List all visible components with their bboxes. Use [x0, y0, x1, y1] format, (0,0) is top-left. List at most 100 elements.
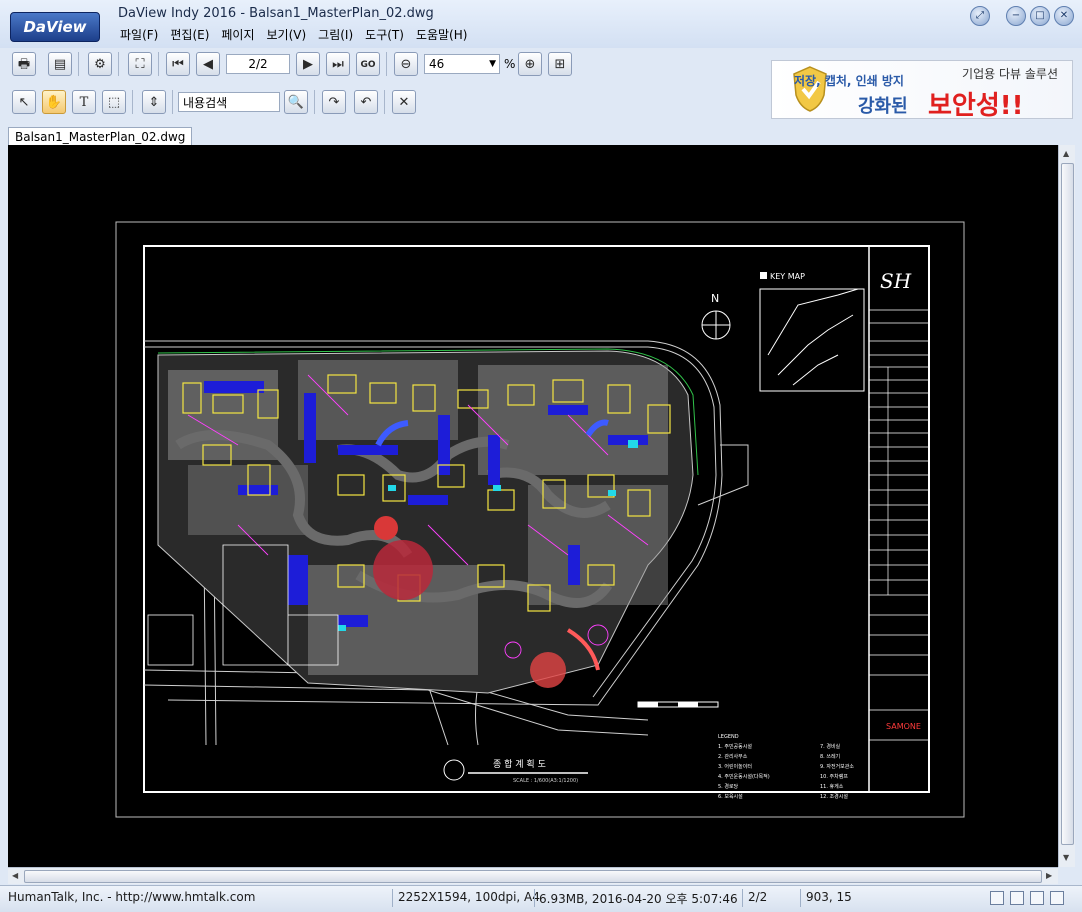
title-circle — [443, 759, 465, 781]
gear-icon: ⚙ — [94, 57, 106, 72]
first-page-icon: ⏮ — [172, 57, 184, 72]
legend-item: 7. 경비실 — [820, 743, 841, 750]
drawing-scale: SCALE : 1/600(A3:1/1200) — [513, 778, 578, 784]
menu-file[interactable]: 파일(F) — [114, 26, 164, 43]
minimize-button[interactable]: − — [1006, 6, 1026, 26]
status-fileinfo: 6.93MB, 2016-04-20 오후 5:07:46 — [539, 892, 738, 906]
ad-banner[interactable]: 저장, 캡처, 인쇄 방지 기업용 다뷰 솔루션 강화된 보안성!! — [771, 60, 1073, 119]
zoom-select[interactable]: 46 ▼ — [424, 54, 500, 74]
last-page-icon: ⏭ — [332, 57, 344, 72]
menu-help[interactable]: 도움말(H) — [410, 26, 474, 43]
legend-item: 5. 경로당 — [718, 783, 739, 790]
key-map-lines — [767, 288, 859, 386]
rotate-cw-button[interactable]: ↷ — [322, 90, 346, 114]
banner-line1: 저장, 캡처, 인쇄 방지 — [794, 74, 904, 88]
legend-item: 8. 쓰레기 — [820, 753, 840, 760]
page-number-input[interactable]: 2/2 — [226, 54, 290, 74]
single-page-view-icon[interactable] — [990, 891, 1004, 905]
zoom-out-button[interactable]: ⊖ — [394, 52, 418, 76]
select-tool-button[interactable]: ↖ — [12, 90, 36, 114]
continuous-view-icon[interactable] — [1010, 891, 1024, 905]
two-page-view-icon[interactable] — [1030, 891, 1044, 905]
menu-edit[interactable]: 편집(E) — [164, 26, 215, 43]
zoom-out-icon: ⊖ — [400, 57, 412, 72]
toolbar-divider — [158, 52, 159, 76]
document-tab[interactable]: Balsan1_MasterPlan_02.dwg — [8, 127, 193, 146]
zoom-unit: % — [504, 57, 516, 71]
close-icon: ✕ — [398, 95, 410, 110]
banner-line4: 보안성!! — [928, 91, 1024, 119]
hand-tool-button[interactable]: ✋ — [42, 90, 66, 114]
search-button[interactable]: 🔍 — [284, 90, 308, 114]
key-map-label: KEY MAP — [770, 272, 805, 281]
legend-item: 3. 어린이놀이터 — [718, 763, 752, 770]
horizontal-scroll-thumb[interactable] — [24, 870, 1042, 883]
next-page-button[interactable]: ▶ — [296, 52, 320, 76]
legend-item: 1. 주민공동시설 — [718, 743, 752, 750]
document-viewer[interactable]: SH SAMONE KEY MAP N 종 합 계 획 도 SCALE: 1/… — [8, 145, 1058, 867]
status-company: HumanTalk, Inc. - http://www.hmtalk.com — [8, 890, 256, 904]
drawing-title: 종 합 계 획 도 — [493, 758, 546, 770]
scroll-down-icon[interactable]: ▼ — [1063, 853, 1069, 862]
layout-button[interactable]: ▤ — [48, 52, 72, 76]
legend-title: LEGEND — [718, 734, 739, 740]
area-select-button[interactable]: ⬚ — [102, 90, 126, 114]
maximize-button[interactable]: □ — [1030, 6, 1050, 26]
zoom-in-button[interactable]: ⊕ — [518, 52, 542, 76]
menu-page[interactable]: 페이지 — [215, 26, 260, 43]
layout-icon: ▤ — [53, 57, 67, 72]
close-button[interactable]: ✕ — [1054, 6, 1074, 26]
next-page-icon: ▶ — [303, 57, 313, 72]
rotate-ccw-button[interactable]: ↶ — [354, 90, 378, 114]
scroll-left-icon[interactable]: ◀ — [12, 871, 18, 880]
banner-line2: 기업용 다뷰 솔루션 — [962, 67, 1058, 81]
print-button[interactable]: 🖶 — [12, 52, 36, 76]
status-page: 2/2 — [748, 890, 768, 904]
status-divider — [392, 889, 393, 907]
go-button[interactable]: GO — [356, 52, 380, 76]
status-coords: 903, 15 — [806, 890, 852, 904]
menu-view[interactable]: 보기(V) — [261, 26, 313, 43]
toolbar-divider — [132, 90, 133, 114]
zoom-area-button[interactable]: ⊞ — [548, 52, 572, 76]
toolbar-divider — [314, 90, 315, 114]
legend-item: 11. 휴게소 — [820, 783, 844, 790]
vertical-scroll-thumb[interactable] — [1061, 163, 1074, 845]
text-tool-button[interactable]: T — [72, 90, 96, 114]
banner-line3: 강화된 — [858, 96, 908, 117]
book-view-icon[interactable] — [1050, 891, 1064, 905]
prev-page-button[interactable]: ◀ — [196, 52, 220, 76]
legend-item: 6. 보육시설 — [718, 793, 743, 800]
search-input[interactable] — [178, 92, 280, 112]
first-page-button[interactable]: ⏮ — [166, 52, 190, 76]
menu-tools[interactable]: 도구(T) — [359, 26, 410, 43]
fit-page-button[interactable]: ⛶ — [128, 52, 152, 76]
main-toolbar: 🖶 ▤ ⚙ ⛶ ⏮ ◀ 2/2 ▶ ⏭ GO ⊖ 46 ▼ % ⊕ ⊞ — [0, 48, 770, 80]
zoom-in-icon: ⊕ — [524, 57, 536, 72]
vertical-scrollbar[interactable]: ▲ ▼ — [1058, 145, 1075, 867]
sh-logo: SH — [880, 269, 912, 293]
close-document-button[interactable]: ✕ — [392, 90, 416, 114]
menu-image[interactable]: 그림(I) — [312, 26, 359, 43]
scroll-right-icon[interactable]: ▶ — [1046, 871, 1052, 880]
toolbar-divider — [118, 52, 119, 76]
legend-item: 12. 조경시설 — [820, 793, 848, 800]
settings-button[interactable]: ⚙ — [88, 52, 112, 76]
search-icon: 🔍 — [287, 95, 305, 110]
last-page-button[interactable]: ⏭ — [326, 52, 350, 76]
horizontal-scrollbar[interactable]: ◀ ▶ — [8, 867, 1058, 884]
legend-item: 2. 관리사무소 — [718, 753, 748, 760]
prev-page-icon: ◀ — [203, 57, 213, 72]
menu-bar: 파일(F) 편집(E) 페이지 보기(V) 그림(I) 도구(T) 도움말(H) — [114, 26, 473, 43]
key-map-marker — [760, 272, 767, 279]
status-divider — [800, 889, 801, 907]
status-divider — [742, 889, 743, 907]
scroll-mode-button[interactable]: ⇕ — [142, 90, 166, 114]
fullscreen-button[interactable]: ⤢ — [970, 6, 990, 26]
scroll-up-icon[interactable]: ▲ — [1063, 149, 1069, 158]
print-icon: 🖶 — [17, 57, 31, 72]
dropdown-arrow-icon: ▼ — [489, 59, 496, 69]
hand-icon: ✋ — [45, 95, 63, 110]
title-block-lines — [869, 309, 929, 741]
cad-drawing: SH SAMONE KEY MAP N 종 합 계 획 도 SCALE: 1/… — [115, 221, 965, 818]
